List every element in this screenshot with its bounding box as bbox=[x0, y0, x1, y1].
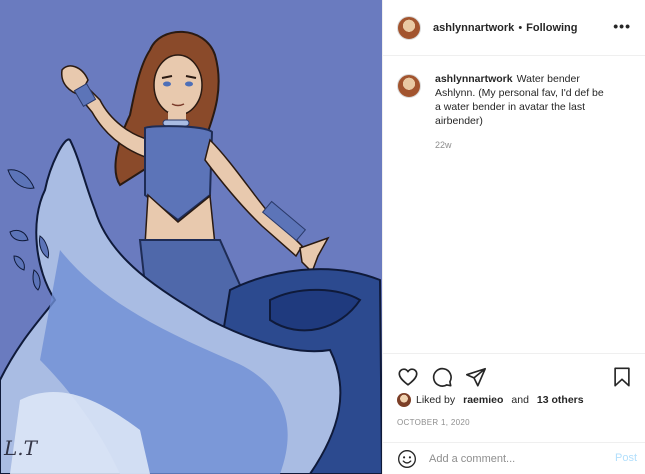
likes-conjunction: and bbox=[511, 394, 529, 406]
comment-icon[interactable] bbox=[431, 366, 453, 388]
artist-signature: L.T bbox=[4, 436, 37, 460]
liker-username[interactable]: raemieo bbox=[463, 394, 503, 406]
following-button[interactable]: Following bbox=[526, 22, 577, 34]
share-icon[interactable] bbox=[465, 366, 487, 388]
heart-icon[interactable] bbox=[397, 366, 419, 388]
caption-timestamp[interactable]: 22w bbox=[435, 140, 605, 150]
author-avatar[interactable] bbox=[397, 15, 421, 40]
likes-summary: Liked by raemieo and 13 others bbox=[397, 393, 584, 407]
caption-body: ashlynnartwork Water bender Ashlynn. (My … bbox=[435, 72, 605, 150]
post-comment-button[interactable]: Post bbox=[615, 452, 637, 464]
action-icons bbox=[397, 366, 487, 388]
comment-input[interactable] bbox=[427, 451, 606, 466]
caption-username[interactable]: ashlynnartwork bbox=[435, 73, 513, 85]
caption-text-block: ashlynnartwork Water bender Ashlynn. (My … bbox=[435, 72, 605, 128]
comment-bar: Post bbox=[383, 442, 645, 474]
likes-prefix: Liked by bbox=[416, 394, 456, 406]
post-side-panel: ashlynnartwork • Following ••• ashlynnar… bbox=[382, 0, 645, 474]
post-date[interactable]: OCTOBER 1, 2020 bbox=[397, 418, 470, 427]
post-header: ashlynnartwork • Following ••• bbox=[383, 0, 645, 56]
more-icon[interactable]: ••• bbox=[613, 18, 631, 34]
waterbender-artwork bbox=[0, 0, 382, 474]
post-actions: Liked by raemieo and 13 others OCTOBER 1… bbox=[383, 353, 645, 443]
author-username[interactable]: ashlynnartwork bbox=[433, 22, 514, 34]
caption-avatar[interactable] bbox=[397, 74, 421, 98]
header-separator: • bbox=[518, 21, 523, 34]
post-image[interactable]: L.T bbox=[0, 0, 382, 474]
post-caption: ashlynnartwork Water bender Ashlynn. (My … bbox=[397, 72, 631, 150]
likes-others-link[interactable]: 13 others bbox=[537, 394, 584, 406]
bookmark-icon[interactable] bbox=[611, 366, 633, 388]
liker-avatar[interactable] bbox=[397, 393, 411, 407]
emoji-icon[interactable] bbox=[397, 449, 417, 469]
